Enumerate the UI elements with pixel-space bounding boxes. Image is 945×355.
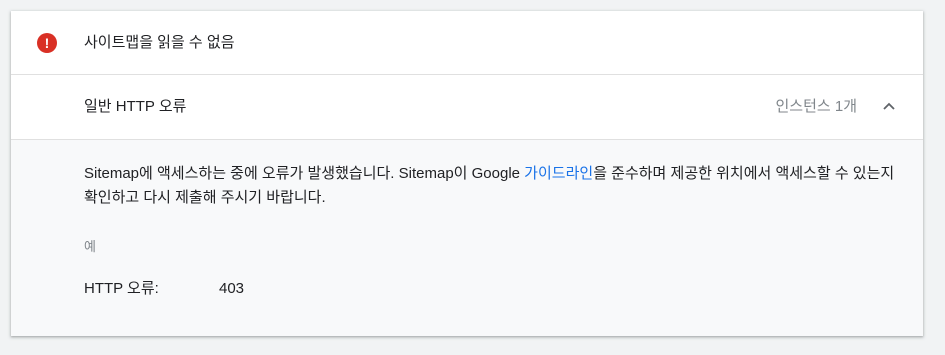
http-error-value: 403 [219, 280, 245, 297]
guidelines-link[interactable]: 가이드라인 [524, 165, 593, 182]
http-error-label: HTTP 오류: [84, 280, 159, 297]
error-header: ! 사이트맵을 읽을 수 없음 [11, 11, 923, 75]
example-label: 예 [84, 239, 96, 254]
issue-title: 일반 HTTP 오류 [84, 98, 187, 115]
collapse-button[interactable] [877, 95, 901, 119]
issue-detail: Sitemap에 액세스하는 중에 오류가 발생했습니다. Sitemap이 G… [11, 140, 923, 336]
instances-count: 인스턴스 1개 [775, 98, 857, 115]
issue-description: Sitemap에 액세스하는 중에 오류가 발생했습니다. Sitemap이 G… [84, 162, 899, 210]
sitemap-error-card: ! 사이트맵을 읽을 수 없음 일반 HTTP 오류 인스턴스 1개 Sitem… [11, 11, 923, 336]
error-title: 사이트맵을 읽을 수 없음 [84, 34, 235, 51]
issue-row[interactable]: 일반 HTTP 오류 인스턴스 1개 [11, 75, 923, 140]
description-text: Sitemap에 액세스하는 중에 오류가 발생했습니다. Sitemap이 G… [84, 165, 525, 182]
error-icon: ! [37, 33, 57, 53]
chevron-up-icon [883, 102, 895, 110]
